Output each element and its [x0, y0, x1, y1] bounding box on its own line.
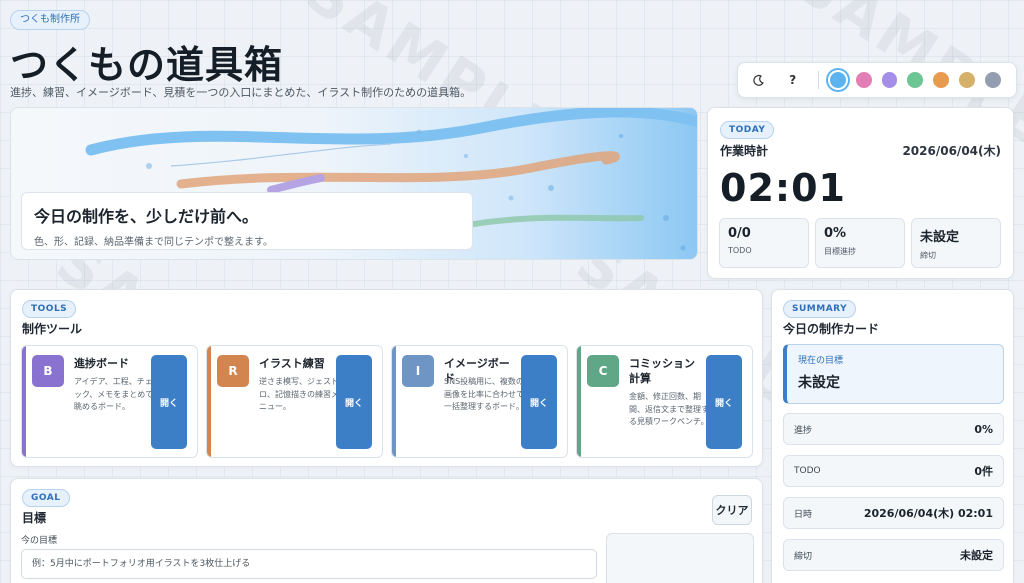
summary-row-todo: TODO 0件 — [783, 455, 1004, 487]
goal-panel: GOAL 目標 クリア 今の目標 — [10, 478, 763, 583]
summary-row-value: 未設定 — [960, 549, 993, 562]
color-swatch-pink[interactable] — [855, 72, 872, 88]
clear-button[interactable]: クリア — [712, 495, 752, 525]
summary-panel: SUMMARY 今日の制作カード 現在の目標 未設定 進捗 0% TODO 0件… — [771, 289, 1014, 583]
goal-title: 目標 — [22, 511, 47, 525]
summary-row-deadline: 締切 未設定 — [783, 539, 1004, 571]
today-date: 2026/06/04(木) — [902, 144, 1001, 158]
card-accent-stripe — [22, 346, 26, 457]
card-accent-stripe — [577, 346, 581, 457]
summary-title: 今日の制作カード — [783, 322, 880, 336]
page-subtitle: 進捗、練習、イメージボード、見積を一つの入口にまとめた、イラスト制作のための道具… — [10, 86, 472, 99]
progress-board-icon: B — [32, 355, 64, 387]
tool-name: イラスト練習 — [259, 357, 325, 370]
tool-card-progress-board[interactable]: B 進捗ボード アイデア、工程、チェック、メモをまとめて眺めるボード。 開く — [21, 345, 198, 458]
tool-card-image-board[interactable]: I イメージボード SNS投稿用に、複数の画像を比率に合わせて一括整理するボード… — [391, 345, 568, 458]
tool-description: SNS投稿用に、複数の画像を比率に合わせて一括整理するボード。 — [444, 377, 524, 411]
summary-row-datetime: 日時 2026/06/04(木) 02:01 — [783, 497, 1004, 529]
color-swatch-green[interactable] — [907, 72, 924, 88]
open-progress-board-button[interactable]: 開く — [151, 355, 187, 449]
goal-side-box — [606, 533, 754, 583]
toolbar-divider — [817, 71, 819, 89]
tools-tag: TOOLS — [22, 300, 77, 318]
work-clock: 02:01 — [720, 166, 846, 210]
color-swatch-gray[interactable] — [985, 72, 1001, 88]
stat-label: 締切 — [920, 251, 936, 260]
tool-card-commission-calculator[interactable]: C コミッション計算 金額、修正回数、期間、返信文まで整理する見積ワークベンチ。… — [576, 345, 753, 458]
current-goal-value: 未設定 — [798, 375, 840, 391]
commission-calculator-icon: C — [587, 355, 619, 387]
summary-row-label: 進捗 — [794, 425, 813, 436]
hero-banner: 今日の制作を、少しだけ前へ。 色、形、記録、納品準備まで同じテンポで整えます。 — [10, 107, 698, 260]
goal-field-label: 今の目標 — [21, 536, 58, 546]
stat-label: 目標進捗 — [824, 247, 856, 256]
stat-label: TODO — [728, 246, 752, 255]
today-tag: TODAY — [720, 121, 775, 139]
summary-row-value: 0% — [974, 422, 993, 436]
open-illustration-practice-button[interactable]: 開く — [336, 355, 372, 449]
tools-title: 制作ツール — [22, 322, 83, 336]
stat-todo: 0/0 TODO — [719, 218, 809, 268]
tool-name: コミッション計算 — [629, 357, 695, 385]
page-title: つくもの道具箱 — [10, 43, 284, 87]
today-title: 作業時計 — [720, 144, 769, 158]
stat-value: 0% — [824, 226, 847, 241]
goal-input[interactable] — [21, 549, 597, 579]
goal-tag: GOAL — [22, 489, 70, 507]
stat-value: 未設定 — [920, 230, 960, 245]
today-panel: TODAY 作業時計 2026/06/04(木) 02:01 0/0 TODO … — [707, 107, 1014, 279]
color-swatch-orange[interactable] — [933, 72, 950, 88]
tool-description: 逆さま模写、ジェスドロ、記憶描きの練習メニュー。 — [259, 377, 339, 411]
open-commission-calculator-button[interactable]: 開く — [706, 355, 742, 449]
summary-row-progress: 進捗 0% — [783, 413, 1004, 445]
tool-description: 金額、修正回数、期間、返信文まで整理する見積ワークベンチ。 — [629, 392, 709, 426]
tool-description: アイデア、工程、チェック、メモをまとめて眺めるボード。 — [74, 377, 154, 411]
open-image-board-button[interactable]: 開く — [521, 355, 557, 449]
help-button[interactable]: ? — [782, 69, 804, 91]
moon-icon[interactable] — [748, 69, 770, 91]
hero-message-card: 今日の制作を、少しだけ前へ。 色、形、記録、納品準備まで同じテンポで整えます。 — [21, 192, 473, 250]
summary-row-value: 2026/06/04(木) 02:01 — [863, 507, 993, 520]
color-swatch-gold[interactable] — [959, 72, 976, 88]
summary-row-label: 締切 — [794, 551, 813, 562]
theme-toolbar: ? — [737, 62, 1017, 98]
summary-tag: SUMMARY — [783, 300, 857, 318]
tools-panel: TOOLS 制作ツール B 進捗ボード アイデア、工程、チェック、メモをまとめて… — [10, 289, 763, 467]
tool-name: 進捗ボード — [74, 357, 129, 370]
summary-row-label: 日時 — [794, 509, 813, 520]
stat-deadline: 未設定 締切 — [911, 218, 1001, 268]
hero-description: 色、形、記録、納品準備まで同じテンポで整えます。 — [34, 237, 273, 248]
card-accent-stripe — [392, 346, 396, 457]
summary-row-label: TODO — [794, 466, 821, 476]
image-board-icon: I — [402, 355, 434, 387]
color-swatch-purple[interactable] — [881, 72, 898, 88]
brand-chip: つくも制作所 — [10, 10, 90, 30]
summary-row-value: 0件 — [974, 465, 993, 478]
illustration-practice-icon: R — [217, 355, 249, 387]
tool-card-illustration-practice[interactable]: R イラスト練習 逆さま模写、ジェスドロ、記憶描きの練習メニュー。 開く — [206, 345, 383, 458]
stat-value: 0/0 — [728, 226, 751, 241]
card-accent-stripe — [207, 346, 211, 457]
stat-goal-progress: 0% 目標進捗 — [815, 218, 905, 268]
color-swatch-blue[interactable] — [825, 68, 850, 92]
current-goal-label: 現在の目標 — [798, 356, 844, 366]
hero-title: 今日の制作を、少しだけ前へ。 — [34, 207, 259, 226]
current-goal-box: 現在の目標 未設定 — [783, 344, 1004, 404]
